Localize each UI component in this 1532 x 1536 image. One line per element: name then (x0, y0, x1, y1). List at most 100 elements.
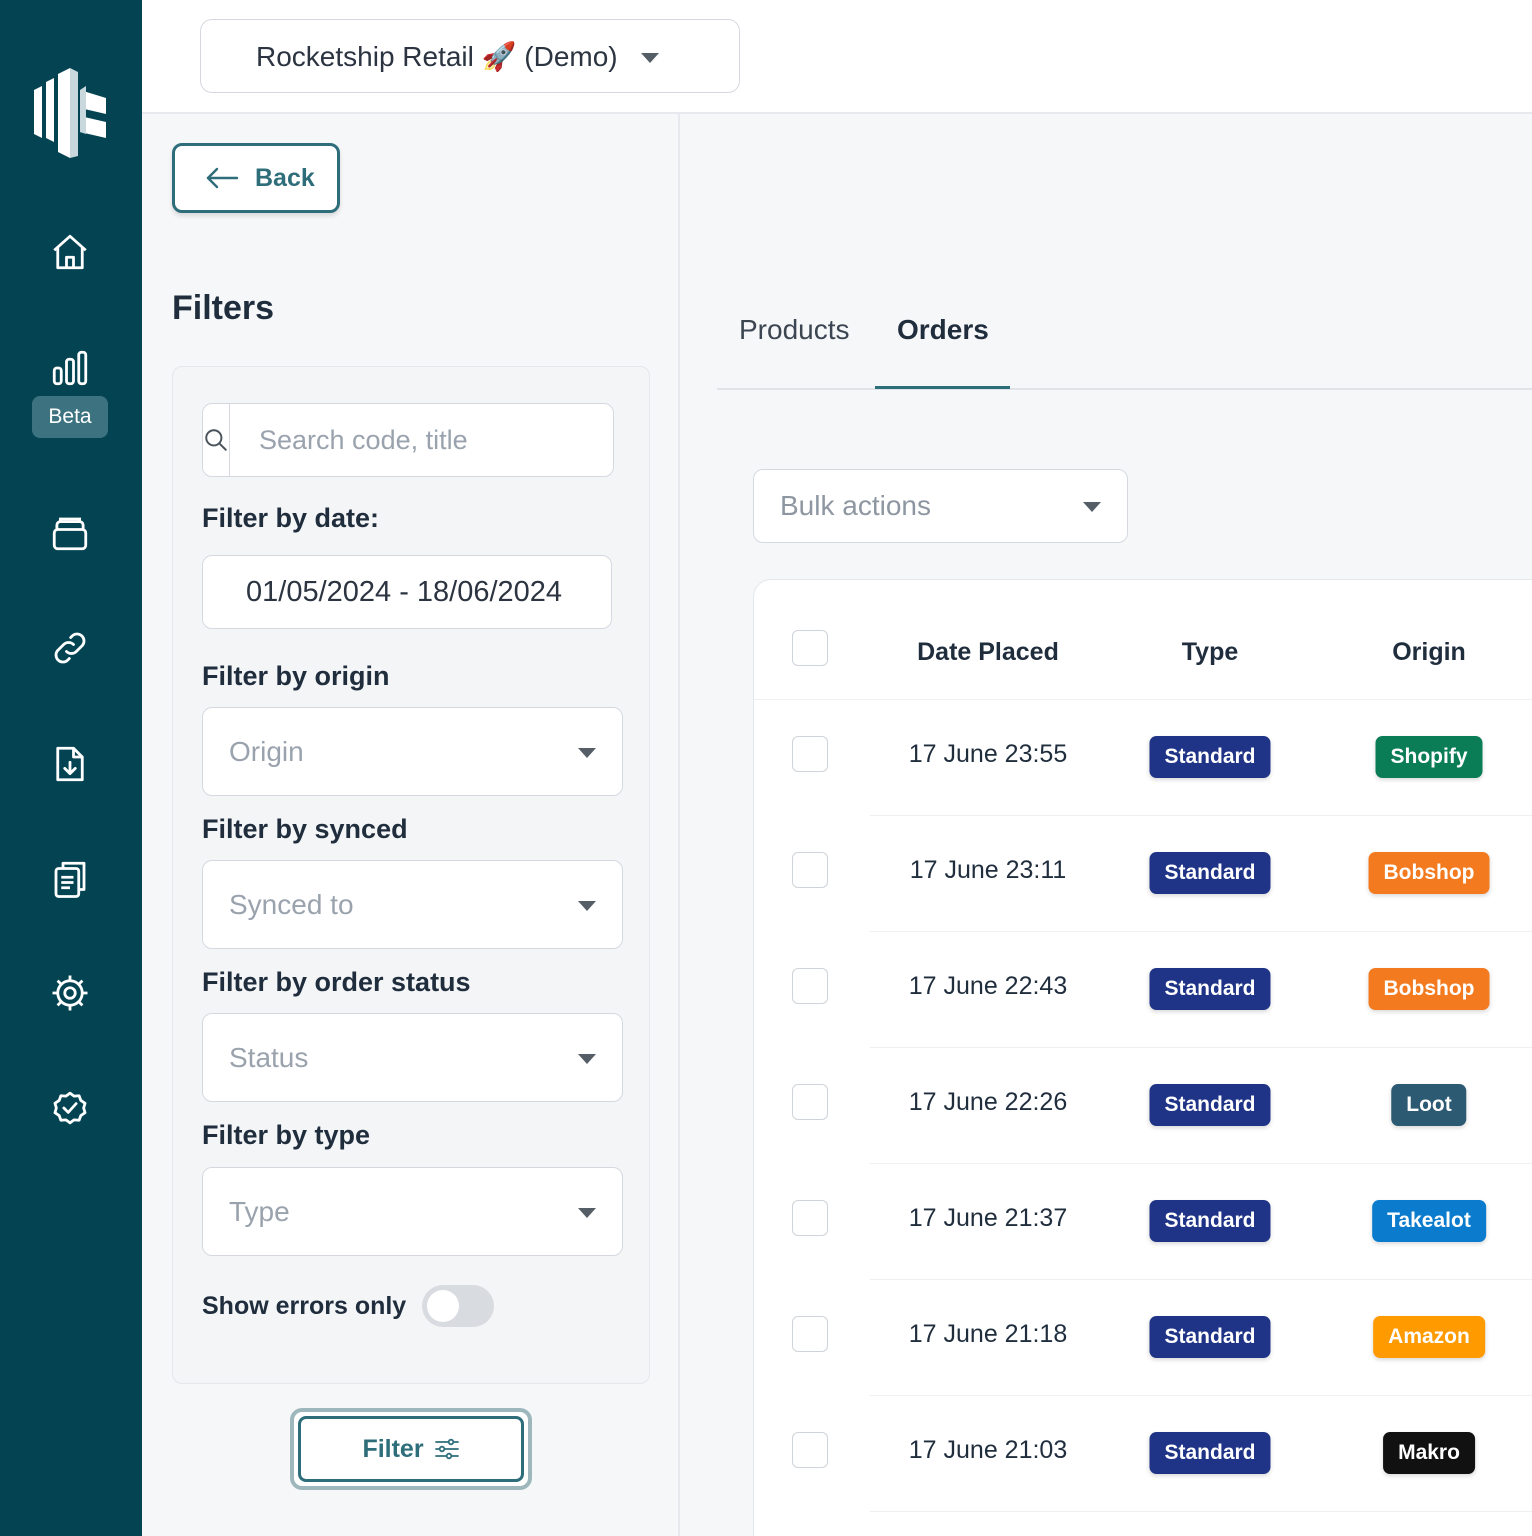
table-row[interactable]: 17 June 21:18 Standard Amazon (754, 1280, 1532, 1396)
filters-title: Filters (172, 289, 275, 327)
order-date: 17 June 21:18 (908, 1320, 1068, 1348)
chevron-down-icon (578, 748, 596, 758)
table-row[interactable]: 17 June 22:26 Standard Loot (754, 1048, 1532, 1164)
chevron-down-icon (1083, 502, 1101, 512)
type-select-placeholder: Type (229, 1195, 290, 1227)
table-row[interactable]: 17 June 21:03 Standard Makro (754, 1396, 1532, 1512)
row-checkbox[interactable] (792, 968, 828, 1004)
origin-badge: Amazon (1373, 1316, 1485, 1358)
active-tab-indicator (875, 386, 1010, 389)
tab-products[interactable]: Products (739, 314, 850, 346)
tab-orders[interactable]: Orders (897, 314, 989, 346)
search-icon (203, 404, 230, 476)
synced-select-placeholder: Synced to (229, 888, 354, 920)
type-filter-label: Filter by type (202, 1120, 371, 1150)
filter-button-inner: Filter (298, 1416, 524, 1482)
table-row[interactable]: 17 June 22:43 Standard Bobshop (754, 932, 1532, 1048)
bulk-actions-select[interactable]: Bulk actions (753, 469, 1128, 543)
order-date: 17 June 23:55 (908, 740, 1068, 768)
bar-chart-icon[interactable] (45, 343, 95, 393)
origin-badge: Bobshop (1368, 968, 1490, 1010)
link-icon[interactable] (45, 623, 95, 673)
filter-box: Filter by date: 01/05/2024 - 18/06/2024 … (172, 366, 650, 1384)
top-bar: Rocketship Retail 🚀 (Demo) (142, 0, 1532, 114)
row-checkbox[interactable] (792, 1432, 828, 1468)
row-checkbox[interactable] (792, 1316, 828, 1352)
arrow-left-icon (206, 167, 239, 189)
chevron-down-icon (641, 53, 659, 63)
column-header-origin[interactable]: Origin (1392, 638, 1466, 667)
origin-filter-label: Filter by origin (202, 661, 390, 691)
order-date: 17 June 23:11 (909, 856, 1067, 884)
origin-badge: Bobshop (1368, 852, 1490, 894)
column-header-type[interactable]: Type (1182, 638, 1239, 667)
sliders-icon (434, 1438, 459, 1460)
back-button[interactable]: Back (172, 143, 340, 213)
tab-bar: Products Orders (717, 284, 1532, 390)
type-badge: Standard (1149, 968, 1271, 1010)
sidebar: Beta (0, 0, 142, 1536)
row-checkbox[interactable] (792, 1084, 828, 1120)
type-select[interactable]: Type (202, 1167, 623, 1256)
filter-button[interactable]: Filter (290, 1408, 532, 1490)
order-date: 17 June 22:43 (908, 972, 1068, 1000)
beta-badge: Beta (32, 396, 108, 438)
filter-button-label: Filter (362, 1434, 424, 1463)
check-circle-icon[interactable] (45, 1083, 95, 1133)
column-header-date[interactable]: Date Placed (917, 638, 1059, 667)
origin-select-placeholder: Origin (229, 735, 304, 767)
order-date: 17 June 22:26 (908, 1088, 1068, 1116)
search-box (202, 403, 614, 477)
row-checkbox[interactable] (792, 852, 828, 888)
app-logo[interactable] (30, 68, 110, 160)
origin-select[interactable]: Origin (202, 707, 623, 796)
origin-badge: Loot (1391, 1084, 1467, 1126)
type-badge: Standard (1149, 1084, 1271, 1126)
search-input[interactable] (230, 404, 613, 476)
select-all-checkbox[interactable] (792, 630, 828, 666)
chevron-down-icon (578, 901, 596, 911)
show-errors-row: Show errors only (202, 1285, 495, 1327)
filter-panel: Back Filters Filter by date: 01/05/2024 … (142, 114, 680, 1536)
bulk-actions-placeholder: Bulk actions (780, 490, 931, 521)
origin-badge: Makro (1383, 1432, 1475, 1474)
status-select[interactable]: Status (202, 1013, 623, 1102)
show-errors-toggle[interactable] (422, 1285, 495, 1327)
type-badge: Standard (1149, 1316, 1271, 1358)
origin-badge: Takealot (1372, 1200, 1486, 1242)
origin-badge: Shopify (1375, 736, 1483, 778)
date-filter-label: Filter by date: (202, 503, 380, 533)
row-checkbox[interactable] (792, 1200, 828, 1236)
orders-table: Date Placed Type Origin 17 June 23:55 Sta… (753, 579, 1532, 1536)
type-badge: Standard (1149, 1432, 1271, 1474)
clipboard-icon[interactable] (45, 854, 95, 904)
synced-select[interactable]: Synced to (202, 860, 623, 949)
status-select-placeholder: Status (229, 1041, 309, 1073)
store-selector[interactable]: Rocketship Retail 🚀 (Demo) (200, 19, 740, 93)
row-checkbox[interactable] (792, 736, 828, 772)
order-date: 17 June 21:03 (908, 1436, 1068, 1464)
order-date: 17 June 21:37 (908, 1204, 1068, 1232)
type-badge: Standard (1149, 736, 1271, 778)
back-button-label: Back (255, 163, 315, 192)
table-header: Date Placed Type Origin (754, 580, 1532, 700)
type-badge: Standard (1149, 1200, 1271, 1242)
inventory-icon[interactable] (45, 508, 95, 558)
type-badge: Standard (1149, 852, 1271, 894)
settings-icon[interactable] (45, 968, 95, 1018)
status-filter-label: Filter by order status (202, 967, 471, 997)
toggle-knob (427, 1290, 460, 1322)
file-download-icon[interactable] (45, 739, 95, 789)
home-icon[interactable] (45, 227, 95, 277)
table-row[interactable]: 17 June 21:37 Standard Takealot (754, 1164, 1532, 1280)
table-row[interactable]: 17 June 23:55 Standard Shopify (754, 700, 1532, 816)
date-range-field[interactable]: 01/05/2024 - 18/06/2024 (202, 555, 612, 629)
store-selector-label: Rocketship Retail 🚀 (Demo) (256, 40, 618, 72)
table-row[interactable]: 17 June 23:11 Standard Bobshop (754, 816, 1532, 932)
synced-filter-label: Filter by synced (202, 814, 408, 844)
chevron-down-icon (578, 1208, 596, 1218)
row-divider (870, 1510, 1532, 1512)
chevron-down-icon (578, 1054, 596, 1064)
show-errors-label: Show errors only (202, 1291, 407, 1320)
main-content: Products Orders Bulk actions Date Placed… (682, 114, 1532, 1536)
